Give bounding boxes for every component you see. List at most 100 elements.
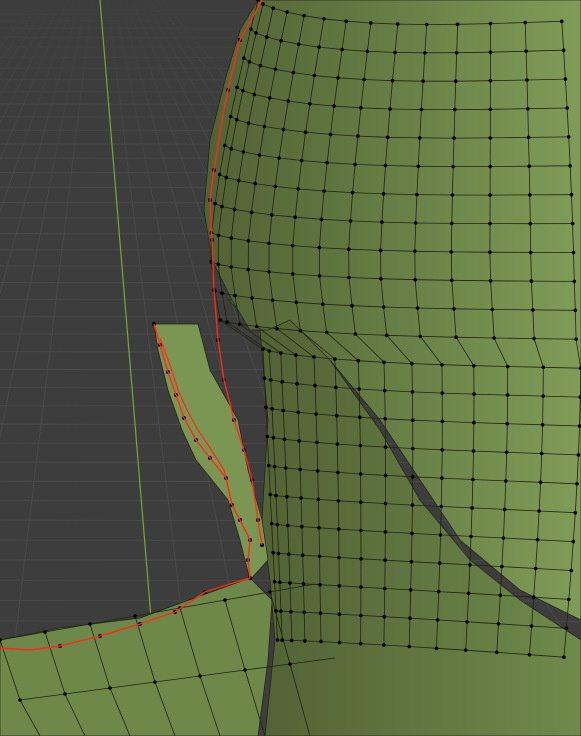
mesh-vertex[interactable] — [455, 22, 460, 27]
mesh-vertex[interactable] — [224, 175, 229, 180]
mesh-vertex[interactable] — [216, 233, 221, 238]
mesh-vertex[interactable] — [280, 380, 284, 384]
mesh-vertex[interactable] — [380, 220, 384, 224]
mesh-vertex[interactable] — [285, 10, 289, 14]
mesh-vertex[interactable] — [317, 245, 322, 250]
mesh-vertex[interactable] — [415, 306, 420, 310]
mesh-vertex[interactable] — [301, 582, 306, 586]
mesh-vertex[interactable] — [268, 378, 273, 382]
mesh-vertex[interactable] — [488, 250, 492, 254]
mesh-vertex[interactable] — [410, 390, 415, 394]
mesh-vertex[interactable] — [358, 472, 363, 476]
mesh-vertex[interactable] — [411, 446, 415, 451]
mesh-vertex[interactable] — [236, 178, 241, 183]
mesh-vertex[interactable] — [453, 107, 457, 112]
mesh-vertex[interactable] — [533, 566, 538, 571]
mesh-vertex[interactable] — [369, 21, 373, 25]
mesh-vertex[interactable] — [318, 582, 322, 587]
mesh-vertex[interactable] — [319, 217, 324, 222]
mesh-vertex[interactable] — [336, 470, 340, 475]
mesh-vertex[interactable] — [223, 598, 227, 602]
mesh-vertex[interactable] — [415, 192, 419, 197]
mesh-vertex[interactable] — [540, 423, 545, 427]
mesh-vertex[interactable] — [410, 418, 415, 423]
mesh-vertex[interactable] — [324, 330, 329, 335]
mesh-vertex[interactable] — [574, 337, 578, 342]
mesh-vertex[interactable] — [440, 362, 444, 367]
mesh-vertex[interactable] — [267, 96, 272, 100]
mesh-vertex[interactable] — [449, 250, 454, 254]
mesh-vertex[interactable] — [253, 181, 257, 186]
mesh-vertex[interactable] — [410, 361, 414, 366]
mesh-vertex[interactable] — [471, 477, 475, 482]
mesh-vertex[interactable] — [332, 104, 336, 108]
mesh-vertex[interactable] — [525, 78, 529, 82]
mesh-vertex[interactable] — [275, 638, 280, 642]
mesh-vertex[interactable] — [500, 564, 504, 569]
mesh-vertex[interactable] — [390, 78, 395, 83]
mesh-vertex[interactable] — [133, 614, 137, 618]
mesh-vertex[interactable] — [246, 121, 251, 125]
mesh-vertex[interactable] — [346, 247, 351, 251]
mesh-vertex[interactable] — [452, 307, 456, 311]
mesh-vertex[interactable] — [488, 136, 493, 140]
mesh-vertex[interactable] — [276, 551, 281, 556]
mesh-vertex[interactable] — [362, 77, 366, 82]
mesh-vertex[interactable] — [228, 114, 233, 119]
mesh-vertex[interactable] — [388, 107, 392, 111]
mesh-vertex[interactable] — [273, 184, 278, 189]
mesh-vertex[interactable] — [279, 351, 283, 355]
mesh-vertex[interactable] — [524, 49, 528, 53]
mesh-vertex[interactable] — [502, 507, 507, 512]
mesh-vertex[interactable] — [358, 415, 362, 420]
mesh-vertex[interactable] — [434, 646, 439, 651]
mesh-vertex[interactable] — [501, 536, 506, 540]
mesh-vertex[interactable] — [269, 521, 274, 526]
mesh-vertex[interactable] — [410, 475, 415, 479]
mesh-vertex[interactable] — [270, 213, 274, 217]
mesh-vertex[interactable] — [350, 303, 354, 308]
mesh-vertex[interactable] — [63, 692, 67, 696]
mesh-vertex[interactable] — [298, 467, 303, 472]
mesh-vertex[interactable] — [254, 31, 258, 35]
mesh-vertex[interactable] — [527, 164, 531, 168]
mesh-vertex[interactable] — [571, 250, 576, 255]
mesh-vertex[interactable] — [470, 506, 474, 510]
mesh-vertex[interactable] — [315, 469, 320, 473]
mesh-vertex[interactable] — [561, 48, 566, 52]
mesh-vertex[interactable] — [505, 421, 510, 426]
mesh-vertex[interactable] — [235, 117, 239, 122]
mesh-vertex[interactable] — [383, 163, 388, 168]
mesh-vertex[interactable] — [450, 221, 454, 226]
mesh-vertex[interactable] — [356, 358, 361, 363]
mesh-vertex[interactable] — [322, 189, 326, 193]
mesh-vertex[interactable] — [568, 164, 572, 168]
mesh-vertex[interactable] — [273, 67, 278, 72]
mesh-vertex[interactable] — [233, 293, 237, 298]
mesh-vertex[interactable] — [529, 279, 534, 283]
mesh-vertex[interactable] — [242, 56, 246, 60]
mesh-vertex[interactable] — [296, 187, 301, 191]
mesh-vertex[interactable] — [571, 539, 576, 544]
mesh-vertex[interactable] — [281, 127, 286, 132]
mesh-vertex[interactable] — [538, 480, 543, 485]
mesh-vertex[interactable] — [254, 324, 259, 329]
mesh-vertex[interactable] — [243, 668, 247, 672]
mesh-vertex[interactable] — [382, 360, 386, 365]
mesh-vertex[interactable] — [563, 77, 568, 81]
mesh-vertex[interactable] — [247, 60, 252, 64]
mesh-vertex[interactable] — [316, 497, 321, 502]
mesh-vertex[interactable] — [472, 420, 476, 425]
mesh-vertex[interactable] — [312, 355, 316, 359]
mesh-vertex[interactable] — [492, 336, 496, 340]
mesh-vertex[interactable] — [264, 405, 268, 410]
mesh-vertex[interactable] — [267, 349, 272, 353]
mesh-vertex[interactable] — [246, 267, 251, 272]
mesh-vertex[interactable] — [532, 336, 536, 341]
mesh-vertex[interactable] — [440, 476, 444, 480]
mesh-vertex[interactable] — [539, 451, 544, 456]
mesh-vertex[interactable] — [220, 291, 224, 296]
mesh-vertex[interactable] — [357, 387, 361, 391]
mesh-vertex[interactable] — [490, 307, 495, 312]
mesh-vertex[interactable] — [317, 554, 322, 559]
